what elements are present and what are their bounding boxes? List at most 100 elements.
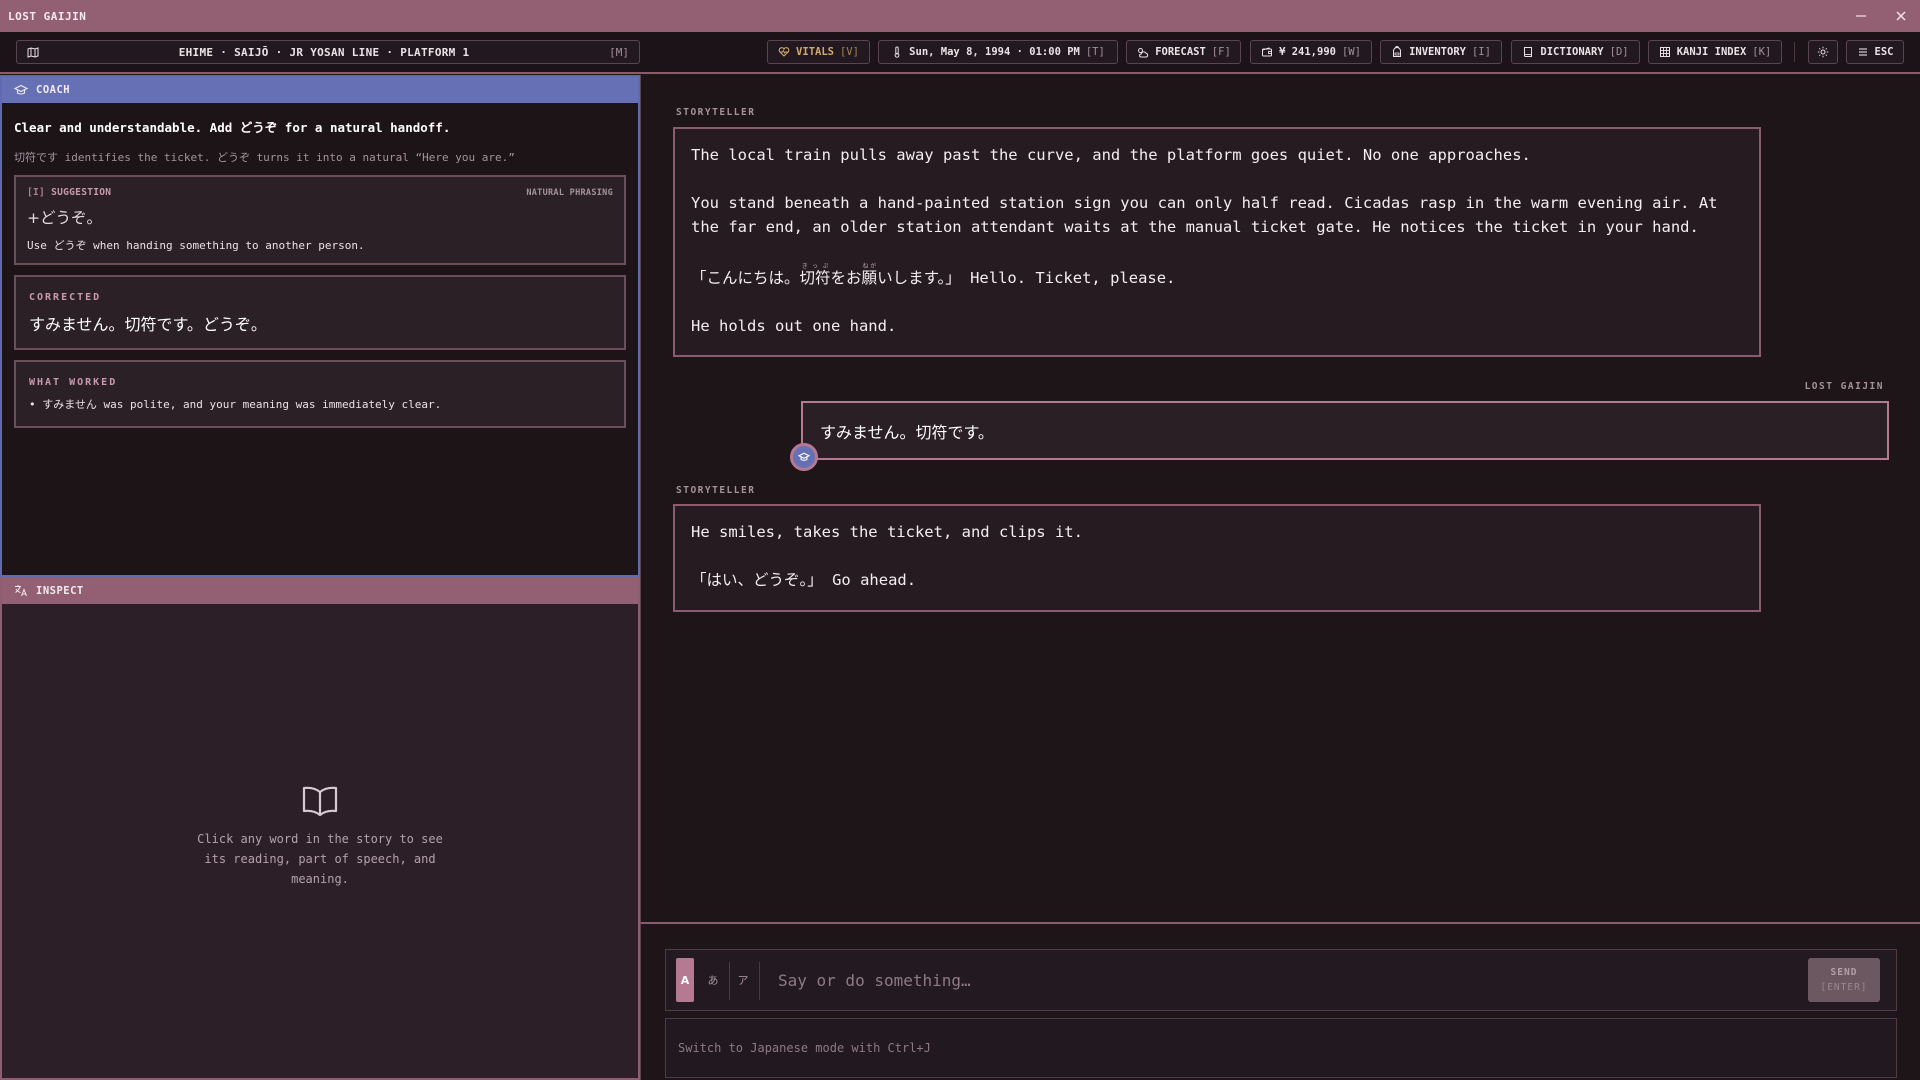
coach-title: COACH [36, 84, 71, 96]
story-paragraph: You stand beneath a hand-painted station… [691, 194, 1718, 236]
mode-divider [729, 962, 730, 1000]
speaker-label: STORYTELLER [676, 485, 756, 496]
sun-icon [1817, 46, 1829, 58]
backpack-icon [1393, 46, 1402, 57]
what-worked-item: • すみません was polite, and your meaning was… [29, 398, 442, 411]
inspect-panel: INSPECT Click any word in the story to s… [0, 577, 640, 1080]
datetime-shortcut: [T] [1085, 46, 1105, 58]
suggestion-category: NATURAL PHRASING [526, 187, 613, 198]
send-shortcut: [ENTER] [1820, 982, 1868, 993]
wallet-shortcut: [W] [1341, 46, 1361, 58]
menu-button[interactable]: ESC [1846, 40, 1904, 64]
what-worked-card: WHAT WORKED • すみません was polite, and your… [14, 360, 626, 428]
story-dialogue: 「はい、どうぞ。」 Go ahead. [691, 568, 1743, 592]
suggestion-note: Use どうぞ when handing something to anothe… [27, 239, 365, 252]
wallet-icon [1262, 47, 1273, 57]
vitals-shortcut: [V] [839, 46, 859, 58]
wallet-button[interactable]: ¥ 241,990 [W] [1250, 40, 1372, 64]
storyteller-message: The local train pulls away past the curv… [673, 127, 1761, 357]
player-message: すみません。切符です。 [801, 401, 1889, 460]
inspect-header: INSPECT [2, 577, 638, 604]
suggestion-text: +どうぞ。 [27, 209, 102, 227]
speaker-label-player: LOST GAIJIN [1804, 381, 1884, 392]
close-button[interactable] [1886, 0, 1916, 32]
input-row: A あ ア SEND [ENTER] [665, 949, 1897, 1011]
corrected-card: CORRECTED すみません。切符です。どうぞ。 [14, 275, 626, 350]
story-paragraph: He smiles, takes the ticket, and clips i… [691, 523, 1083, 541]
window-titlebar: LOST GAIJIN [0, 0, 1920, 32]
coach-header: COACH [2, 77, 638, 103]
mode-divider [759, 962, 760, 1000]
dictionary-shortcut: [D] [1609, 46, 1629, 58]
word-negai[interactable]: 願ねが [862, 263, 878, 287]
location-text: EHIME · SAIJŌ · JR YOSAN LINE · PLATFORM… [178, 45, 470, 59]
kanji-index-shortcut: [K] [1752, 46, 1772, 58]
top-bar: EHIME · SAIJŌ · JR YOSAN LINE · PLATFORM… [0, 32, 1920, 74]
storyteller-message: He smiles, takes the ticket, and clips i… [673, 504, 1761, 612]
inventory-shortcut: [I] [1471, 46, 1491, 58]
forecast-shortcut: [F] [1211, 46, 1231, 58]
coach-panel: COACH Clear and understandable. Add どうぞ … [0, 75, 640, 577]
open-book-icon [302, 786, 338, 817]
suggestion-shortcut: [I] [27, 187, 46, 198]
vitals-button[interactable]: VITALS [V] [767, 40, 870, 64]
book-icon [1524, 47, 1533, 57]
corrected-label: CORRECTED [29, 292, 102, 303]
suggestion-tag: [I] SUGGESTION [27, 187, 111, 198]
menu-icon [1858, 48, 1867, 56]
minimize-button[interactable] [1846, 0, 1876, 32]
corrected-text: すみません。切符です。どうぞ。 [29, 315, 267, 334]
story-paragraph: He holds out one hand. [691, 317, 897, 335]
topbar-divider [1794, 42, 1795, 62]
say-input[interactable] [778, 958, 1778, 1002]
story-paragraph: The local train pulls away past the curv… [691, 146, 1531, 164]
grid-icon [1659, 47, 1670, 57]
kanji-index-label: KANJI INDEX [1676, 46, 1747, 58]
wallet-label: ¥ 241,990 [1279, 46, 1336, 58]
map-icon [27, 47, 39, 58]
coach-headline: Clear and understandable. Add どうぞ for a … [14, 120, 451, 135]
inventory-label: INVENTORY [1409, 46, 1466, 58]
mode-hiragana-button[interactable]: あ [704, 958, 722, 1002]
dialogue-japanese[interactable]: 「こんにちは。切符きっぷをお願ねがいします。」 [691, 263, 961, 287]
what-worked-label: WHAT WORKED [29, 377, 118, 388]
send-button[interactable]: SEND [ENTER] [1808, 958, 1880, 1002]
close-icon [1896, 11, 1906, 21]
translate-icon [15, 585, 27, 597]
forecast-button[interactable]: FORECAST [F] [1126, 40, 1241, 64]
minimize-icon [1856, 15, 1866, 17]
mode-katakana-button[interactable]: ア [734, 958, 752, 1002]
suggestion-tag-label: SUGGESTION [51, 187, 112, 198]
datetime-label: Sun, May 8, 1994 · 01:00 PM [909, 46, 1080, 58]
dictionary-button[interactable]: DICTIONARY [D] [1511, 40, 1640, 64]
thermometer-icon [894, 46, 900, 58]
weather-icon [1138, 48, 1149, 58]
menu-label: ESC [1874, 46, 1894, 58]
kanji-index-button[interactable]: KANJI INDEX [K] [1648, 40, 1782, 64]
suggestion-card[interactable]: [I] SUGGESTION NATURAL PHRASING +どうぞ。 Us… [14, 175, 626, 265]
settings-button[interactable] [1808, 40, 1838, 64]
dictionary-label: DICTIONARY [1540, 46, 1604, 58]
mode-romaji-button[interactable]: A [676, 958, 694, 1002]
story-dialogue: 「こんにちは。切符きっぷをお願ねがいします。」 Hello. Ticket, p… [691, 263, 1743, 290]
dialogue-japanese[interactable]: 「はい、どうぞ。」 [691, 571, 823, 589]
vitals-icon [778, 47, 790, 57]
dialogue-translation: Go ahead. [822, 571, 917, 589]
word-kippu[interactable]: 切符きっぷ [800, 263, 831, 287]
inspect-empty-state: Click any word in the story to see its r… [2, 785, 638, 889]
composer-hint: Switch to Japanese mode with Ctrl+J [665, 1018, 1897, 1078]
composer: A あ ア SEND [ENTER] Switch to Japanese mo… [640, 922, 1920, 1080]
vitals-label: VITALS [796, 46, 834, 58]
coach-feedback-marker[interactable] [790, 443, 818, 471]
datetime-button[interactable]: Sun, May 8, 1994 · 01:00 PM [T] [878, 40, 1118, 64]
location-shortcut: [M] [609, 45, 629, 59]
forecast-label: FORECAST [1155, 46, 1206, 58]
story-log: STORYTELLER The local train pulls away p… [640, 75, 1920, 922]
speaker-label: STORYTELLER [676, 107, 756, 118]
location-button[interactable]: EHIME · SAIJŌ · JR YOSAN LINE · PLATFORM… [16, 40, 640, 64]
inventory-button[interactable]: INVENTORY [I] [1380, 40, 1502, 64]
dialogue-translation: Hello. Ticket, please. [960, 269, 1176, 287]
inspect-hint: Click any word in the story to see its r… [197, 832, 443, 886]
app-title: LOST GAIJIN [8, 9, 87, 23]
graduation-cap-icon [798, 452, 810, 461]
